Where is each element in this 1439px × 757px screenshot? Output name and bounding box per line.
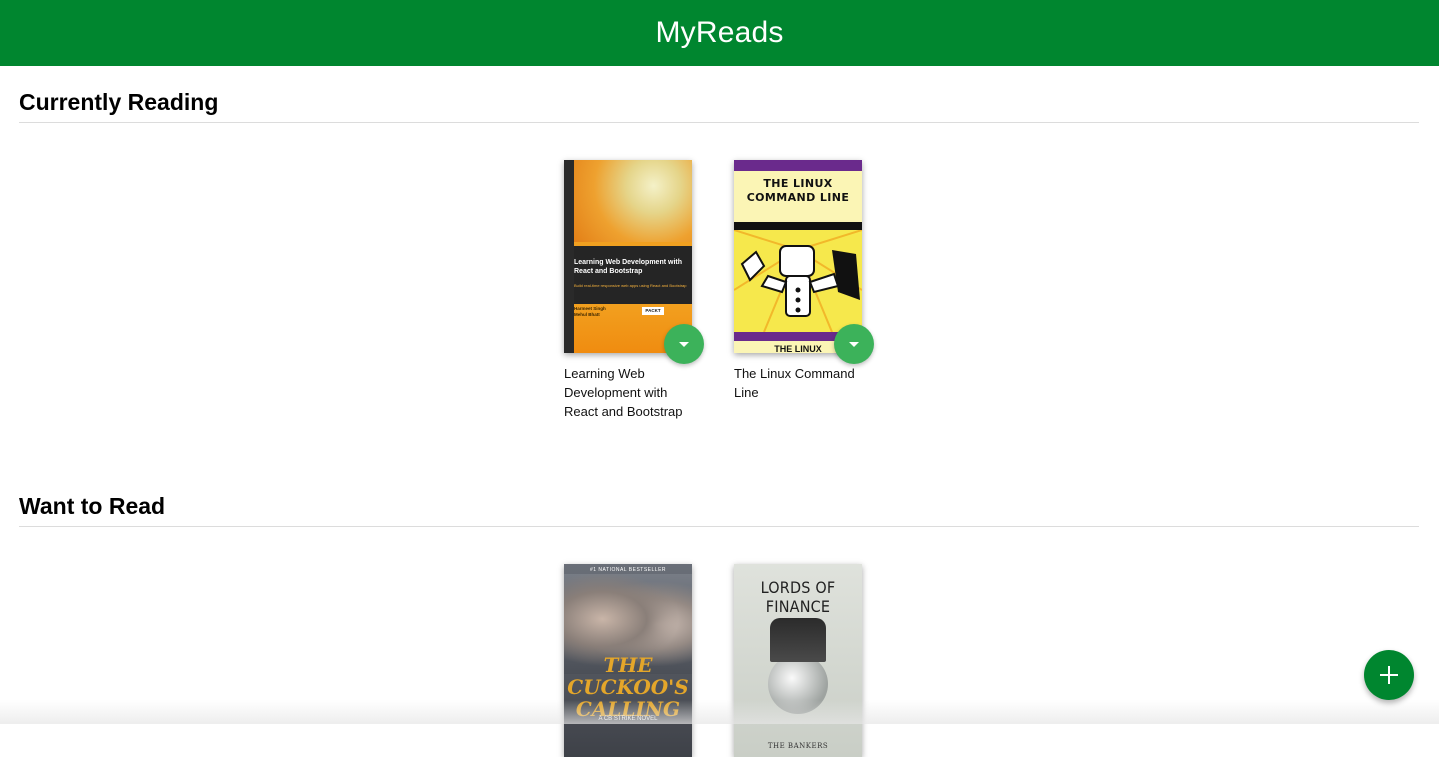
add-book-button[interactable] — [1364, 650, 1414, 700]
cover-title: Learning Web Development with React and … — [574, 259, 682, 275]
shelf-changer-button[interactable] — [664, 324, 704, 364]
shelf-title-want-to-read: Want to Read — [19, 493, 166, 519]
cover-badge: #1 NATIONAL BESTSELLER — [589, 567, 667, 573]
cover-title: LORDS OF FINANCE — [760, 578, 836, 616]
shelf-divider — [19, 122, 1419, 123]
caret-down-icon — [849, 341, 859, 347]
book-cover[interactable]: #1 NATIONAL BESTSELLER THE CUCKOO'S CALL… — [564, 564, 692, 757]
book-item: #1 NATIONAL BESTSELLER THE CUCKOO'S CALL… — [564, 564, 704, 757]
cover-artwork — [770, 618, 826, 662]
cover-subtitle: A CB STRIKE NOVEL — [598, 716, 658, 722]
cover-authors: Harmeet Singh Mehul Bhatt — [574, 306, 606, 317]
cover-top-stripe — [734, 160, 862, 171]
book-cover[interactable]: Learning Web Development with React and … — [564, 160, 692, 353]
caret-down-icon — [679, 341, 689, 347]
shelf-divider — [19, 526, 1419, 527]
cover-title: THE LINUX COMMAND LINE — [746, 177, 850, 204]
cover-publisher-logo: PACKT — [642, 307, 664, 315]
cover-artwork — [564, 160, 692, 246]
book-title: The Linux Command Line — [734, 366, 855, 400]
book-title: Learning Web Development with React and … — [564, 366, 683, 419]
cover-globe — [768, 654, 828, 714]
app-header: MyReads — [0, 0, 1439, 66]
book-item: LORDS OF FINANCE THE BANKERS — [734, 564, 874, 757]
cover-subtitle: THE BANKERS — [767, 742, 829, 750]
book-item: Learning Web Development with React and … — [564, 160, 704, 420]
scroll-fade — [0, 700, 1439, 724]
plus-icon — [1380, 666, 1398, 684]
book-cover[interactable]: LORDS OF FINANCE THE BANKERS — [734, 564, 862, 757]
cover-artwork — [734, 229, 862, 333]
cover-subtitle: Build real-time responsive web apps usin… — [574, 283, 687, 288]
app-title: MyReads — [655, 16, 784, 49]
shelf-changer-button[interactable] — [834, 324, 874, 364]
robot-illustration — [734, 229, 862, 333]
book-item: THE LINUX COMMAND LINE THE LINUX The Lin… — [734, 160, 874, 420]
cover-rule — [734, 222, 862, 230]
book-cover[interactable]: THE LINUX COMMAND LINE THE LINUX — [734, 160, 862, 353]
cover-title: THE CUCKOO'S CALLING — [567, 653, 689, 721]
cover-spine — [564, 160, 574, 353]
shelf-title-currently-reading: Currently Reading — [19, 89, 219, 115]
